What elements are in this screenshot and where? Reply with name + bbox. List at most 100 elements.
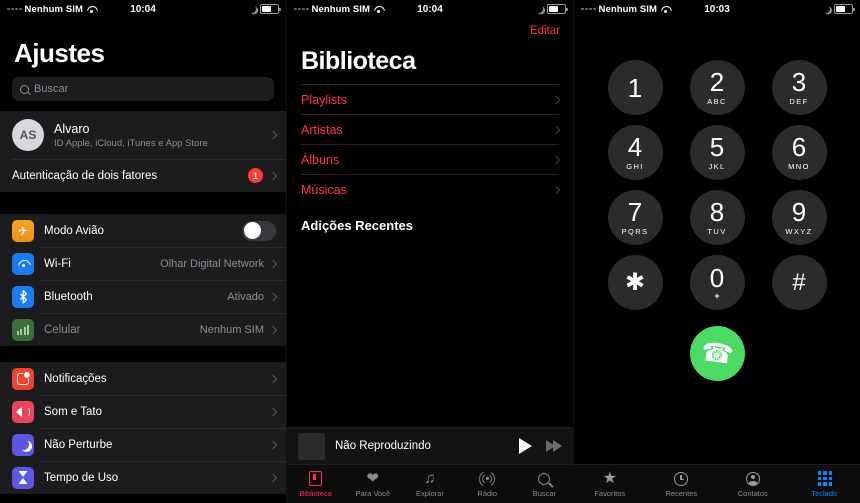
tab-for-you[interactable]: ❤ Para Você bbox=[344, 465, 401, 503]
tab-label: Favoritos bbox=[594, 489, 626, 498]
airplane-toggle[interactable] bbox=[242, 220, 276, 241]
tab-contacts[interactable]: Contatos bbox=[717, 465, 789, 503]
key-letters: DEF bbox=[789, 97, 809, 106]
tab-label: Recentes bbox=[665, 489, 698, 498]
tab-keypad[interactable]: Teclado bbox=[789, 465, 860, 503]
list-item-songs[interactable]: Músicas bbox=[301, 174, 561, 204]
tab-label: Teclado bbox=[811, 489, 838, 498]
status-time: 10:03 bbox=[704, 3, 730, 15]
tab-label: Buscar bbox=[532, 489, 557, 498]
key-digit: 2 bbox=[709, 67, 725, 97]
row-label: Som e Tato bbox=[44, 405, 102, 418]
key-digit: 3 bbox=[791, 67, 807, 97]
call-icon: ☎ bbox=[698, 335, 736, 371]
key-letters: PQRS bbox=[621, 227, 649, 236]
keypad-row: ✱ 0 + # bbox=[607, 255, 827, 310]
next-track-icon[interactable] bbox=[546, 440, 562, 452]
chevron-right-icon bbox=[268, 473, 278, 482]
list-item-label: Playlists bbox=[301, 92, 347, 107]
key-9[interactable]: 9 WXYZ bbox=[771, 190, 827, 245]
connectivity-group: Modo Avião Wi-Fi Olhar Digital Network B… bbox=[0, 214, 286, 346]
tab-label: Contatos bbox=[737, 489, 768, 498]
sidebar-item-notifications[interactable]: Notificações bbox=[0, 362, 286, 395]
settings-screen: Nenhum SIM 10:04 Ajustes Buscar AS Alvar… bbox=[0, 0, 287, 503]
tab-recents[interactable]: Recentes bbox=[646, 465, 718, 503]
row-label: Não Perturbe bbox=[44, 438, 113, 451]
sidebar-item-screen-time[interactable]: Tempo de Uso bbox=[0, 461, 286, 494]
search-icon bbox=[538, 470, 551, 487]
keypad-row: 1 2 ABC 3 DEF bbox=[607, 60, 827, 115]
page-title: Ajustes bbox=[14, 38, 105, 68]
key-digit: # bbox=[792, 268, 806, 296]
key-star[interactable]: ✱ bbox=[607, 255, 663, 310]
two-factor-row[interactable]: Autenticação de dois fatores 1 bbox=[0, 159, 286, 192]
key-letters: WXYZ bbox=[785, 227, 813, 236]
airplane-icon bbox=[12, 219, 34, 242]
key-5[interactable]: 5 JKL bbox=[689, 125, 745, 180]
key-6[interactable]: 6 MNO bbox=[771, 125, 827, 180]
key-0[interactable]: 0 + bbox=[689, 255, 745, 310]
key-4[interactable]: 4 GHI bbox=[607, 125, 663, 180]
chevron-right-icon bbox=[268, 374, 278, 383]
two-factor-label: Autenticação de dois fatores bbox=[12, 169, 158, 182]
chevron-right-icon bbox=[268, 440, 278, 449]
sidebar-item-cellular[interactable]: Celular Nenhum SIM bbox=[0, 313, 286, 346]
list-item-playlists[interactable]: Playlists bbox=[301, 84, 561, 114]
star-icon: ★ bbox=[602, 469, 617, 487]
heart-icon: ❤ bbox=[366, 470, 380, 487]
tab-search[interactable]: Buscar bbox=[516, 465, 573, 503]
key-8[interactable]: 8 TUV bbox=[689, 190, 745, 245]
key-digit: 7 bbox=[627, 197, 643, 227]
sidebar-item-wifi[interactable]: Wi-Fi Olhar Digital Network bbox=[0, 247, 286, 280]
music-note-icon: ♫ bbox=[424, 470, 436, 487]
battery-icon bbox=[834, 4, 855, 14]
chevron-right-icon bbox=[551, 155, 561, 164]
tab-favorites[interactable]: ★ Favoritos bbox=[574, 465, 646, 503]
list-item-label: Álbuns bbox=[301, 152, 340, 167]
key-hash[interactable]: # bbox=[771, 255, 827, 310]
tab-library[interactable]: Biblioteca bbox=[287, 465, 344, 503]
search-input[interactable]: Buscar bbox=[12, 77, 274, 101]
battery-icon bbox=[260, 4, 281, 14]
tab-radio[interactable]: Rádio bbox=[459, 465, 516, 503]
key-2[interactable]: 2 ABC bbox=[689, 60, 745, 115]
music-tab-bar: Biblioteca ❤ Para Você ♫ Explorar Rádio … bbox=[287, 464, 573, 503]
account-subtitle: ID Apple, iCloud, iTunes e App Store bbox=[54, 137, 208, 149]
status-bar: Nenhum SIM 10:03 bbox=[574, 0, 860, 18]
tab-browse[interactable]: ♫ Explorar bbox=[401, 465, 458, 503]
row-value: Olhar Digital Network bbox=[160, 257, 264, 270]
notifications-icon bbox=[12, 367, 34, 390]
play-icon[interactable] bbox=[519, 438, 532, 454]
list-item-albums[interactable]: Álbuns bbox=[301, 144, 561, 174]
call-button[interactable]: ☎ bbox=[689, 326, 745, 381]
key-3[interactable]: 3 DEF bbox=[771, 60, 827, 115]
chevron-right-icon bbox=[551, 185, 561, 194]
list-item-artists[interactable]: Artistas bbox=[301, 114, 561, 144]
row-label: Wi-Fi bbox=[44, 257, 71, 270]
row-label: Bluetooth bbox=[44, 290, 93, 303]
key-7[interactable]: 7 PQRS bbox=[607, 190, 663, 245]
group-divider bbox=[0, 192, 286, 214]
row-label: Tempo de Uso bbox=[44, 471, 119, 484]
album-art bbox=[298, 432, 325, 460]
sidebar-item-bluetooth[interactable]: Bluetooth Ativado bbox=[0, 280, 286, 313]
status-bar: Nenhum SIM 10:04 bbox=[0, 0, 286, 18]
status-bar: Nenhum SIM 10:04 bbox=[287, 0, 573, 18]
account-name: Alvaro bbox=[54, 121, 90, 136]
library-icon bbox=[309, 470, 323, 487]
key-digit: 8 bbox=[709, 197, 725, 227]
sidebar-item-airplane-mode[interactable]: Modo Avião bbox=[0, 214, 286, 247]
search-placeholder: Buscar bbox=[34, 83, 69, 95]
sidebar-item-sounds[interactable]: Som e Tato bbox=[0, 395, 286, 428]
edit-button[interactable]: Editar bbox=[287, 18, 573, 37]
sidebar-item-do-not-disturb[interactable]: Não Perturbe bbox=[0, 428, 286, 461]
mini-player[interactable]: Não Reproduzindo bbox=[287, 427, 573, 464]
group-divider bbox=[0, 346, 286, 362]
keypad-row: 4 GHI 5 JKL 6 MNO bbox=[607, 125, 827, 180]
apple-id-row[interactable]: AS Alvaro ID Apple, iCloud, iTunes e App… bbox=[0, 111, 286, 159]
phone-keypad-screen: Nenhum SIM 10:03 1 2 ABC 3 DEF 4 GHI 5 J… bbox=[574, 0, 860, 503]
do-not-disturb-icon bbox=[12, 433, 34, 456]
key-1[interactable]: 1 bbox=[607, 60, 663, 115]
key-digit: ✱ bbox=[624, 268, 646, 296]
keypad: 1 2 ABC 3 DEF 4 GHI 5 JKL 6 MNO 7 PQRS 8… bbox=[574, 18, 860, 381]
